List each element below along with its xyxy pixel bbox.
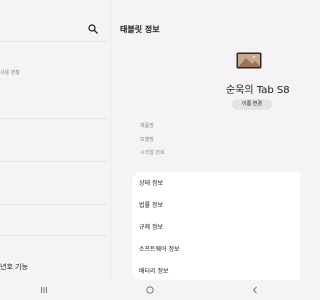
divider [0,204,108,205]
menu-item-legal[interactable]: 법률 정보 [139,200,163,209]
divider [0,118,108,119]
info-label-model-number: 모델명 [140,137,154,143]
divider [0,161,108,162]
back-icon[interactable] [251,286,259,294]
home-icon[interactable] [146,286,154,294]
recent-apps-icon[interactable] [40,286,48,294]
tablet-device-icon [236,52,262,69]
info-menu-card: 상태 정보 법률 정보 규제 정보 소프트웨어 정보 배터리 정보 [132,172,300,280]
info-label-serial-number: 시리얼 번호 [140,150,165,156]
tablet-info-pane: 태블릿 정보 순욱의 Tab S8 이름 변경 제품명 모델명 시리얼 번호 상… [110,0,300,282]
rename-button[interactable]: 이름 변경 [232,99,272,110]
divider [0,235,108,236]
divider [0,41,108,42]
menu-item-status[interactable]: 상태 정보 [139,178,163,187]
device-name: 순욱의 Tab S8 [226,85,290,96]
search-icon[interactable] [88,24,98,34]
menu-item-regulatory[interactable]: 규제 정보 [139,222,163,231]
menu-item-battery[interactable]: 배터리 정보 [139,266,169,275]
page-title: 태블릿 정보 [120,25,160,34]
navigation-bar [0,282,300,300]
list-item-subtitle: 사용 현황 [0,70,20,76]
info-label-model-name: 제품명 [140,123,154,129]
settings-list-pane: 사용 현황 년호 기능 [0,0,111,282]
menu-item-software[interactable]: 소프트웨어 정보 [139,244,180,253]
list-item-label[interactable]: 년호 기능 [0,262,28,272]
